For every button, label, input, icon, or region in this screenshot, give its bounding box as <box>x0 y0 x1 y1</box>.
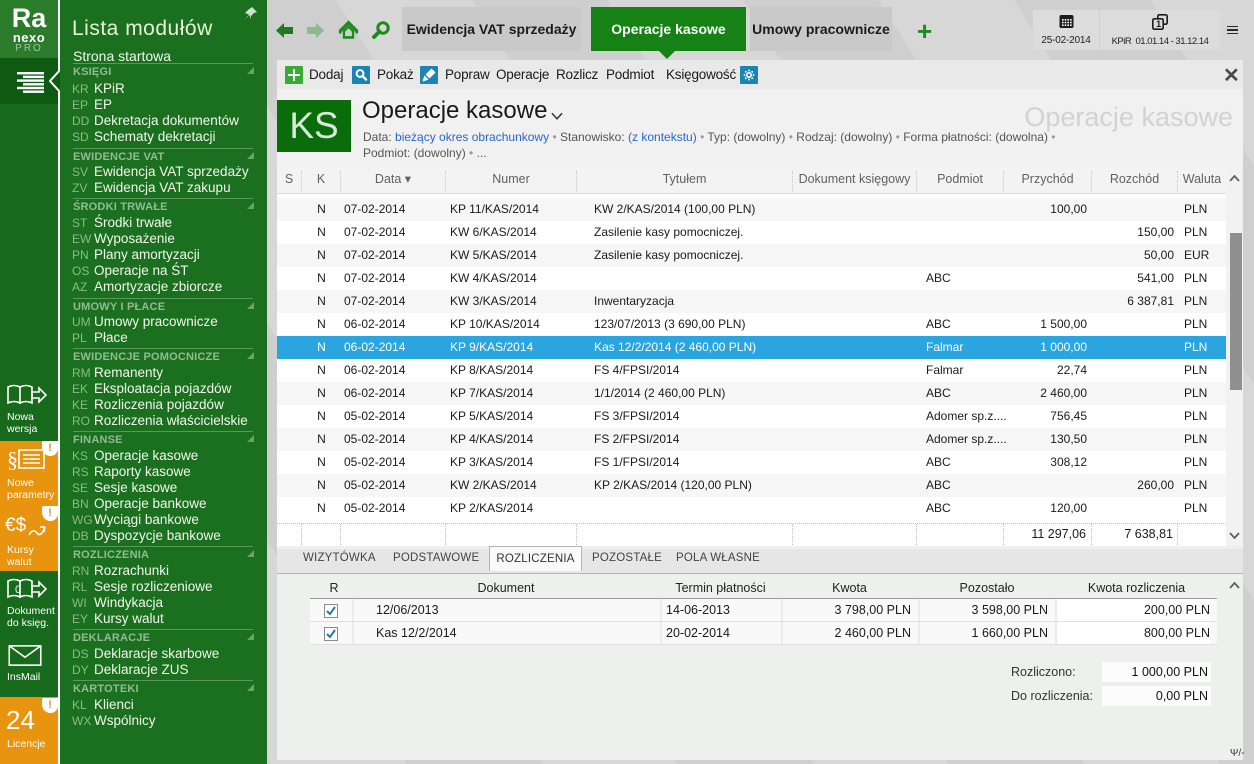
svg-text:€$: €$ <box>5 515 27 536</box>
svg-text:§: § <box>7 448 18 472</box>
svg-text:1: 1 <box>1156 19 1161 29</box>
svg-text:0: 0 <box>15 584 21 596</box>
